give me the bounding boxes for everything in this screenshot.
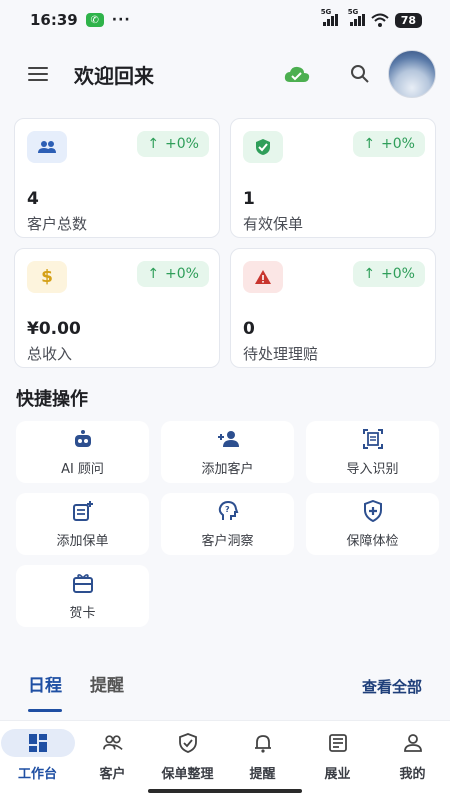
customers-icon <box>102 735 123 750</box>
signal-5g-icon: 5G <box>348 8 365 26</box>
menu-icon[interactable] <box>28 67 48 81</box>
status-bar: 16:39 ✆ ··· 5G 5G 78 <box>0 0 450 40</box>
dollar-icon: $ <box>27 261 67 293</box>
bottom-nav: 工作台 客户 保单整理 提醒 展业 我的 <box>0 720 450 800</box>
people-icon <box>27 131 67 163</box>
stat-label: 待处理理赔 <box>243 345 319 363</box>
profile-icon <box>403 734 422 752</box>
app-header: 欢迎回来 <box>0 40 450 108</box>
warning-icon <box>243 261 283 293</box>
nav-item-customers[interactable]: 客户 <box>75 729 150 782</box>
arrow-up-icon: ↑ <box>363 266 376 282</box>
insight-head-icon: ? <box>218 500 238 520</box>
nav-label: 保单整理 <box>161 767 214 782</box>
stat-card-income[interactable]: $ ↑ +0% ¥0.00 总收入 <box>14 248 220 368</box>
shield-plus-icon <box>363 499 382 522</box>
home-indicator[interactable] <box>148 789 302 793</box>
stat-label: 有效保单 <box>243 215 304 233</box>
action-ai-advisor[interactable]: AI 顾问 <box>16 421 149 483</box>
battery-indicator: 78 <box>394 12 422 28</box>
scan-document-icon <box>362 428 383 449</box>
status-time: 16:39 <box>30 11 78 29</box>
arrow-up-icon: ↑ <box>147 266 160 282</box>
action-label: AI 顾问 <box>61 461 104 477</box>
avatar[interactable] <box>388 50 436 98</box>
signal-5g-icon: 5G <box>321 8 338 26</box>
trend-badge: ↑ +0% <box>137 261 209 287</box>
nav-label: 展业 <box>324 767 351 782</box>
nav-item-business[interactable]: 展业 <box>300 729 375 782</box>
action-label: 导入识别 <box>346 461 399 477</box>
tab-schedule[interactable]: 日程 <box>28 671 62 712</box>
action-label: 添加客户 <box>201 461 254 477</box>
action-coverage-check[interactable]: 保障体检 <box>306 493 439 555</box>
stats-grid: ↑ +0% 4 客户总数 ↑ +0% 1 有效保单 $ ↑ +0% ¥0.00 总收入… <box>0 108 450 368</box>
stat-value: 1 <box>243 189 255 209</box>
stat-label: 客户总数 <box>27 215 88 233</box>
wifi-icon <box>371 13 389 27</box>
phone-call-icon: ✆ <box>85 13 104 27</box>
action-label: 添加保单 <box>56 533 109 549</box>
search-icon[interactable] <box>350 64 370 84</box>
dashboard-icon <box>28 734 47 752</box>
trend-badge: ↑ +0% <box>137 131 209 157</box>
arrow-up-icon: ↑ <box>147 136 160 152</box>
newspaper-icon <box>328 734 347 752</box>
nav-label: 提醒 <box>249 767 276 782</box>
trend-badge: ↑ +0% <box>353 131 425 157</box>
stat-value: 0 <box>243 319 255 339</box>
add-person-icon <box>217 430 239 447</box>
stat-card-claims[interactable]: ↑ +0% 0 待处理理赔 <box>230 248 436 368</box>
status-dots: ··· <box>111 12 131 28</box>
nav-item-policy-organize[interactable]: 保单整理 <box>150 729 225 782</box>
stat-label: 总收入 <box>27 345 73 363</box>
nav-label: 客户 <box>99 767 126 782</box>
stat-value: ¥0.00 <box>27 319 81 339</box>
stat-card-customers[interactable]: ↑ +0% 4 客户总数 <box>14 118 220 238</box>
add-policy-icon <box>72 500 93 521</box>
view-all-link[interactable]: 查看全部 <box>362 676 422 697</box>
gift-card-icon <box>72 573 93 593</box>
tab-reminders[interactable]: 提醒 <box>90 671 124 702</box>
bell-icon <box>254 735 271 753</box>
nav-label: 我的 <box>399 767 426 782</box>
nav-item-reminders[interactable]: 提醒 <box>225 729 300 782</box>
shield-check-icon <box>243 131 283 163</box>
stat-card-policies[interactable]: ↑ +0% 1 有效保单 <box>230 118 436 238</box>
section-title-quick-actions: 快捷操作 <box>16 389 88 410</box>
page-title: 欢迎回来 <box>74 63 154 88</box>
nav-label: 工作台 <box>17 767 57 782</box>
robot-icon <box>74 429 91 447</box>
action-greeting-card[interactable]: 贺卡 <box>16 565 149 627</box>
action-import-scan[interactable]: 导入识别 <box>306 421 439 483</box>
arrow-up-icon: ↑ <box>363 136 376 152</box>
trend-badge: ↑ +0% <box>353 261 425 287</box>
nav-item-workbench[interactable]: 工作台 <box>0 729 75 782</box>
action-label: 保障体检 <box>346 533 399 549</box>
action-label: 贺卡 <box>69 605 96 621</box>
policy-shield-icon <box>178 733 197 753</box>
quick-actions-grid: AI 顾问 添加客户 导入识别 添加保单 ? 客户洞察 保障体检 贺卡 <box>0 407 450 627</box>
nav-item-mine[interactable]: 我的 <box>375 729 450 782</box>
action-customer-insight[interactable]: ? 客户洞察 <box>161 493 294 555</box>
cloud-check-icon[interactable] <box>284 65 310 83</box>
svg-text:?: ? <box>225 505 230 514</box>
stat-value: 4 <box>27 189 39 209</box>
action-add-customer[interactable]: 添加客户 <box>161 421 294 483</box>
action-add-policy[interactable]: 添加保单 <box>16 493 149 555</box>
action-label: 客户洞察 <box>201 533 254 549</box>
schedule-tabs: 日程 提醒 查看全部 <box>0 662 450 712</box>
